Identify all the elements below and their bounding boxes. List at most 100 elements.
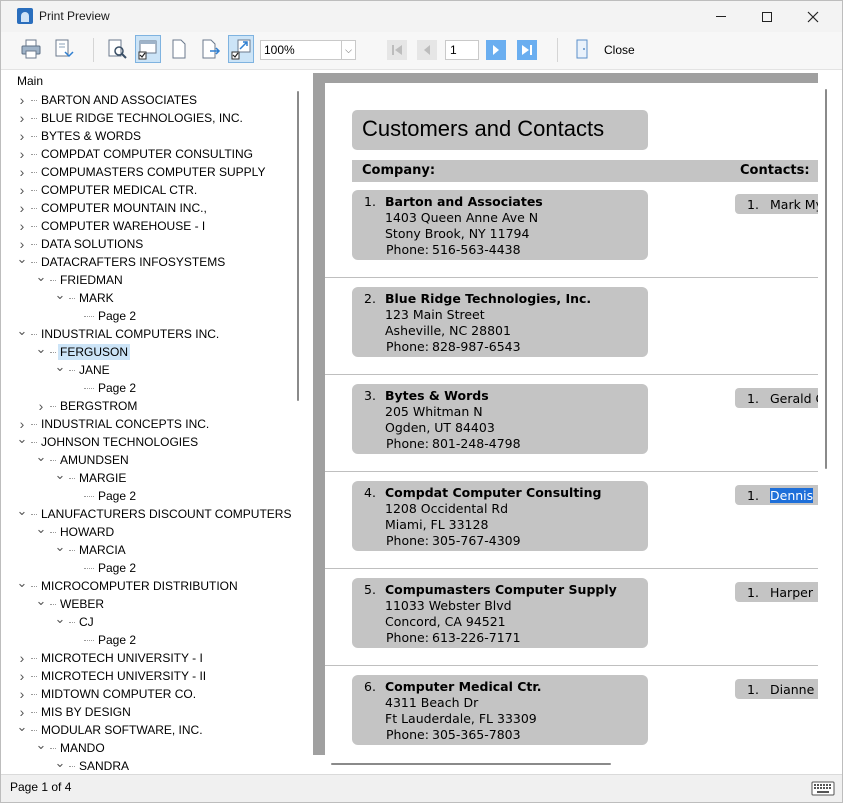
toggle-outline-button[interactable]	[135, 35, 161, 63]
tree-node[interactable]: ⌄ MARK	[55, 287, 116, 307]
chevron-down-icon[interactable]: ⌄	[55, 287, 66, 302]
contact-name[interactable]: Mark My	[770, 197, 818, 212]
next-page-view-button[interactable]	[197, 35, 223, 63]
contact-name[interactable]: Gerald G	[770, 391, 818, 406]
find-button[interactable]	[104, 35, 130, 63]
tree-node[interactable]: › BERGSTROM	[36, 397, 139, 415]
tree-node[interactable]: ⌄ MICROCOMPUTER DISTRIBUTION	[17, 575, 240, 595]
tree-page-link[interactable]: Page 2	[74, 631, 138, 649]
chevron-right-icon[interactable]: ›	[17, 650, 27, 666]
tree-node[interactable]: ⌄ JANE	[55, 359, 112, 379]
chevron-right-icon[interactable]: ›	[17, 164, 27, 180]
chevron-right-icon[interactable]: ›	[17, 704, 27, 720]
print-button[interactable]	[18, 35, 44, 63]
tree-node[interactable]: ⌄ INDUSTRIAL COMPUTERS INC.	[17, 323, 221, 343]
close-window-button[interactable]	[790, 1, 836, 32]
fit-page-button[interactable]	[228, 35, 254, 63]
keyboard-icon[interactable]	[811, 779, 835, 797]
chevron-down-icon[interactable]: ⌄	[36, 449, 47, 464]
chevron-right-icon[interactable]: ›	[17, 686, 27, 702]
chevron-right-icon[interactable]: ›	[36, 398, 46, 414]
tree-node[interactable]: › BLUE RIDGE TECHNOLOGIES, INC.	[17, 109, 245, 127]
chevron-down-icon[interactable]: ⌄	[36, 737, 47, 752]
next-page-button[interactable]	[486, 40, 506, 60]
chevron-down-icon[interactable]: ⌄	[17, 431, 28, 446]
chevron-right-icon[interactable]: ›	[17, 200, 27, 216]
tree-node[interactable]: ⌄ MARGIE	[55, 467, 128, 487]
tree-node[interactable]: ⌄ LANUFACTURERS DISCOUNT COMPUTERS	[17, 503, 291, 523]
chevron-right-icon[interactable]: ›	[17, 92, 27, 108]
previous-page-button[interactable]	[417, 40, 437, 60]
chevron-right-icon[interactable]: ›	[17, 182, 27, 198]
chevron-down-icon[interactable]: ⌄	[17, 323, 28, 338]
tree-root[interactable]: Main	[17, 74, 43, 88]
tree-node[interactable]: › MICROTECH UNIVERSITY - II	[17, 667, 208, 685]
chevron-right-icon[interactable]: ›	[17, 218, 27, 234]
chevron-right-icon[interactable]: ›	[17, 146, 27, 162]
zoom-select[interactable]: 100% ⌵	[260, 40, 356, 60]
company-name: Computer Medical Ctr.	[385, 679, 542, 694]
tree-node[interactable]: › COMPDAT COMPUTER CONSULTING	[17, 145, 255, 163]
tree-scrollbar[interactable]	[297, 91, 299, 401]
preview-vertical-scrollbar[interactable]	[825, 89, 827, 469]
chevron-down-icon[interactable]: ⌄	[17, 719, 28, 734]
tree-page-link[interactable]: Page 2	[74, 487, 138, 505]
tree-page-link[interactable]: Page 2	[74, 559, 138, 577]
contact-name[interactable]: Dianne	[770, 682, 814, 697]
tree-node[interactable]: › COMPUTER MOUNTAIN INC.,	[17, 199, 209, 217]
chevron-down-icon[interactable]: ⌄	[55, 359, 66, 374]
chevron-down-icon[interactable]: ⌄	[17, 503, 28, 518]
preview-horizontal-scrollbar[interactable]	[331, 763, 611, 765]
last-page-button[interactable]	[517, 40, 537, 60]
minimize-button[interactable]	[698, 1, 744, 32]
chevron-down-icon[interactable]: ⌄	[36, 521, 47, 536]
chevron-down-icon[interactable]: ⌄	[36, 341, 47, 356]
export-button[interactable]	[50, 35, 76, 63]
tree-node[interactable]: ⌄ WEBER	[36, 593, 106, 613]
maximize-button[interactable]	[744, 1, 790, 32]
tree-node[interactable]: ⌄ MARCIA	[55, 539, 128, 559]
tree-node[interactable]: › COMPUTER MEDICAL CTR.	[17, 181, 199, 199]
chevron-right-icon[interactable]: ›	[17, 110, 27, 126]
tree-node[interactable]: › BYTES & WORDS	[17, 127, 143, 145]
single-page-button[interactable]	[166, 35, 192, 63]
contact-name[interactable]: Dennis	[770, 488, 814, 503]
tree-node[interactable]: › INDUSTRIAL CONCEPTS INC.	[17, 415, 211, 433]
tree-node[interactable]: › COMPUTER WAREHOUSE - I	[17, 217, 207, 235]
chevron-down-icon[interactable]: ⌵	[341, 41, 355, 59]
chevron-right-icon[interactable]: ›	[17, 236, 27, 252]
tree-node[interactable]: › DATA SOLUTIONS	[17, 235, 145, 253]
chevron-down-icon[interactable]: ⌄	[36, 593, 47, 608]
page-number-input[interactable]: 1	[445, 40, 479, 60]
tree-node[interactable]: ⌄ FRIEDMAN	[36, 269, 125, 289]
tree-node[interactable]: › MICROTECH UNIVERSITY - I	[17, 649, 205, 667]
tree-node[interactable]: › MIS BY DESIGN	[17, 703, 133, 721]
chevron-right-icon[interactable]: ›	[17, 668, 27, 684]
chevron-down-icon[interactable]: ⌄	[55, 755, 66, 770]
tree-node[interactable]: › MIDTOWN COMPUTER CO.	[17, 685, 198, 703]
chevron-right-icon[interactable]: ›	[17, 416, 27, 432]
close-label[interactable]: Close	[604, 43, 635, 57]
tree-node[interactable]: ⌄ SANDRA	[55, 755, 131, 773]
chevron-down-icon[interactable]: ⌄	[55, 539, 66, 554]
chevron-down-icon[interactable]: ⌄	[55, 611, 66, 626]
tree-node[interactable]: › BARTON AND ASSOCIATES	[17, 91, 199, 109]
record-number: 5.	[364, 582, 376, 597]
tree-node[interactable]: ⌄ HOWARD	[36, 521, 116, 541]
tree-page-link[interactable]: Page 2	[74, 307, 138, 325]
chevron-down-icon[interactable]: ⌄	[36, 269, 47, 284]
tree-node[interactable]: ⌄ MANDO	[36, 737, 107, 757]
tree-node[interactable]: ⌄ CJ	[55, 611, 96, 631]
tree-node[interactable]: › COMPUMASTERS COMPUTER SUPPLY	[17, 163, 267, 181]
tree-node[interactable]: ⌄ DATACRAFTERS INFOSYSTEMS	[17, 251, 227, 271]
close-preview-button[interactable]	[569, 35, 595, 63]
tree-page-link[interactable]: Page 2	[74, 379, 138, 397]
tree-node[interactable]: ⌄ FERGUSON	[36, 341, 131, 361]
first-page-button[interactable]	[387, 40, 407, 60]
contact-name[interactable]: Harper	[770, 585, 813, 600]
chevron-down-icon[interactable]: ⌄	[17, 575, 28, 590]
chevron-right-icon[interactable]: ›	[17, 128, 27, 144]
tree-node[interactable]: ⌄ AMUNDSEN	[36, 449, 131, 469]
chevron-down-icon[interactable]: ⌄	[55, 467, 66, 482]
chevron-down-icon[interactable]: ⌄	[17, 251, 28, 266]
